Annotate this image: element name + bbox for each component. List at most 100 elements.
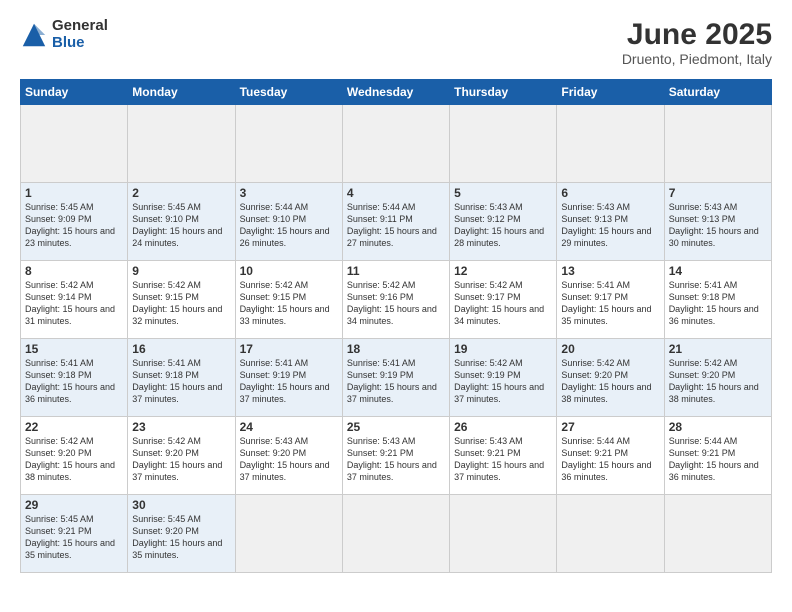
day-info: Sunrise: 5:43 AMSunset: 9:21 PMDaylight:… [454, 435, 552, 484]
table-row: 13Sunrise: 5:41 AMSunset: 9:17 PMDayligh… [557, 261, 664, 339]
day-number: 26 [454, 420, 552, 434]
day-info: Sunrise: 5:42 AMSunset: 9:20 PMDaylight:… [561, 357, 659, 406]
table-row: 23Sunrise: 5:42 AMSunset: 9:20 PMDayligh… [128, 417, 235, 495]
calendar-week-row: 15 Sunrise: 5:41 AMSunset: 9:18 PMDayligh… [21, 339, 772, 417]
location: Druento, Piedmont, Italy [622, 51, 772, 67]
day-info: Sunrise: 5:41 AMSunset: 9:19 PMDaylight:… [240, 357, 338, 406]
table-row: 1Sunrise: 5:45 AMSunset: 9:09 PMDaylight… [21, 183, 128, 261]
table-row [235, 495, 342, 573]
day-info: Sunrise: 5:41 AMSunset: 9:18 PMDaylight:… [669, 279, 767, 328]
logo-general-label: General [52, 18, 108, 35]
table-row: 21Sunrise: 5:42 AMSunset: 9:20 PMDayligh… [664, 339, 771, 417]
table-row: 6Sunrise: 5:43 AMSunset: 9:13 PMDaylight… [557, 183, 664, 261]
day-info: Sunrise: 5:45 AMSunset: 9:10 PMDaylight:… [132, 201, 230, 250]
day-number: 10 [240, 264, 338, 278]
table-row: 30Sunrise: 5:45 AMSunset: 9:20 PMDayligh… [128, 495, 235, 573]
day-number: 6 [561, 186, 659, 200]
table-row: 22Sunrise: 5:42 AMSunset: 9:20 PMDayligh… [21, 417, 128, 495]
day-info: Sunrise: 5:42 AMSunset: 9:14 PMDaylight:… [25, 279, 123, 328]
header-friday: Friday [557, 80, 664, 105]
day-info: Sunrise: 5:42 AMSunset: 9:15 PMDaylight:… [240, 279, 338, 328]
calendar-table: Sunday Monday Tuesday Wednesday Thursday… [20, 79, 772, 573]
table-row: 15Sunrise: 5:41 AMSunset: 9:18 PMDayligh… [21, 339, 128, 417]
table-row [342, 495, 449, 573]
day-info: Sunrise: 5:45 AMSunset: 9:21 PMDaylight:… [25, 513, 123, 562]
day-info: Sunrise: 5:44 AMSunset: 9:11 PMDaylight:… [347, 201, 445, 250]
day-info: Sunrise: 5:42 AMSunset: 9:17 PMDaylight:… [454, 279, 552, 328]
calendar-header-row: Sunday Monday Tuesday Wednesday Thursday… [21, 80, 772, 105]
table-row: 28Sunrise: 5:44 AMSunset: 9:21 PMDayligh… [664, 417, 771, 495]
calendar-week-row: 22Sunrise: 5:42 AMSunset: 9:20 PMDayligh… [21, 417, 772, 495]
day-number: 5 [454, 186, 552, 200]
day-info: Sunrise: 5:42 AMSunset: 9:19 PMDaylight:… [454, 357, 552, 406]
month-title: June 2025 [622, 18, 772, 51]
header-wednesday: Wednesday [342, 80, 449, 105]
table-row: 16Sunrise: 5:41 AMSunset: 9:18 PMDayligh… [128, 339, 235, 417]
table-row [664, 495, 771, 573]
day-info: Sunrise: 5:42 AMSunset: 9:20 PMDaylight:… [25, 435, 123, 484]
day-number: 7 [669, 186, 767, 200]
table-row [450, 105, 557, 183]
day-number: 17 [240, 342, 338, 356]
table-row: 8Sunrise: 5:42 AMSunset: 9:14 PMDaylight… [21, 261, 128, 339]
table-row [450, 495, 557, 573]
table-row: 11Sunrise: 5:42 AMSunset: 9:16 PMDayligh… [342, 261, 449, 339]
table-row: 29Sunrise: 5:45 AMSunset: 9:21 PMDayligh… [21, 495, 128, 573]
day-info: Sunrise: 5:44 AMSunset: 9:21 PMDaylight:… [561, 435, 659, 484]
day-number: 21 [669, 342, 767, 356]
day-number: 27 [561, 420, 659, 434]
day-info: Sunrise: 5:45 AMSunset: 9:20 PMDaylight:… [132, 513, 230, 562]
day-number: 2 [132, 186, 230, 200]
table-row [235, 105, 342, 183]
day-number: 4 [347, 186, 445, 200]
table-row: 24Sunrise: 5:43 AMSunset: 9:20 PMDayligh… [235, 417, 342, 495]
header-thursday: Thursday [450, 80, 557, 105]
logo-blue-label: Blue [52, 35, 108, 52]
day-number: 13 [561, 264, 659, 278]
table-row: 18Sunrise: 5:41 AMSunset: 9:19 PMDayligh… [342, 339, 449, 417]
day-info: Sunrise: 5:43 AMSunset: 9:13 PMDaylight:… [669, 201, 767, 250]
day-number: 8 [25, 264, 123, 278]
day-info: Sunrise: 5:42 AMSunset: 9:16 PMDaylight:… [347, 279, 445, 328]
day-number: 3 [240, 186, 338, 200]
day-info: Sunrise: 5:44 AMSunset: 9:10 PMDaylight:… [240, 201, 338, 250]
day-number: 12 [454, 264, 552, 278]
day-info: Sunrise: 5:41 AMSunset: 9:17 PMDaylight:… [561, 279, 659, 328]
calendar-week-row: 1Sunrise: 5:45 AMSunset: 9:09 PMDaylight… [21, 183, 772, 261]
table-row: 14Sunrise: 5:41 AMSunset: 9:18 PMDayligh… [664, 261, 771, 339]
table-row: 20Sunrise: 5:42 AMSunset: 9:20 PMDayligh… [557, 339, 664, 417]
table-row [128, 105, 235, 183]
day-info: Sunrise: 5:44 AMSunset: 9:21 PMDaylight:… [669, 435, 767, 484]
table-row: 12Sunrise: 5:42 AMSunset: 9:17 PMDayligh… [450, 261, 557, 339]
day-number: 19 [454, 342, 552, 356]
header-monday: Monday [128, 80, 235, 105]
day-number: 16 [132, 342, 230, 356]
day-info: Sunrise: 5:41 AMSunset: 9:19 PMDaylight:… [347, 357, 445, 406]
table-row: 17Sunrise: 5:41 AMSunset: 9:19 PMDayligh… [235, 339, 342, 417]
day-number: 9 [132, 264, 230, 278]
day-info: Sunrise: 5:43 AMSunset: 9:13 PMDaylight:… [561, 201, 659, 250]
day-number: 29 [25, 498, 123, 512]
header-sunday: Sunday [21, 80, 128, 105]
day-info: Sunrise: 5:43 AMSunset: 9:21 PMDaylight:… [347, 435, 445, 484]
table-row: 7Sunrise: 5:43 AMSunset: 9:13 PMDaylight… [664, 183, 771, 261]
day-number: 18 [347, 342, 445, 356]
table-row: 4Sunrise: 5:44 AMSunset: 9:11 PMDaylight… [342, 183, 449, 261]
table-row [557, 105, 664, 183]
day-info: Sunrise: 5:42 AMSunset: 9:15 PMDaylight:… [132, 279, 230, 328]
day-info: Sunrise: 5:41 AMSunset: 9:18 PMDaylight:… [132, 357, 230, 406]
table-row: 3Sunrise: 5:44 AMSunset: 9:10 PMDaylight… [235, 183, 342, 261]
day-number: 1 [25, 186, 123, 200]
table-row: 25Sunrise: 5:43 AMSunset: 9:21 PMDayligh… [342, 417, 449, 495]
table-row: 10Sunrise: 5:42 AMSunset: 9:15 PMDayligh… [235, 261, 342, 339]
table-row [342, 105, 449, 183]
day-number: 14 [669, 264, 767, 278]
day-info: Sunrise: 5:42 AMSunset: 9:20 PMDaylight:… [669, 357, 767, 406]
day-number: 23 [132, 420, 230, 434]
title-block: June 2025 Druento, Piedmont, Italy [622, 18, 772, 67]
table-row: 19Sunrise: 5:42 AMSunset: 9:19 PMDayligh… [450, 339, 557, 417]
table-row: 5Sunrise: 5:43 AMSunset: 9:12 PMDaylight… [450, 183, 557, 261]
day-number: 15 [25, 342, 123, 356]
calendar-week-row: 8Sunrise: 5:42 AMSunset: 9:14 PMDaylight… [21, 261, 772, 339]
day-info: Sunrise: 5:45 AMSunset: 9:09 PMDaylight:… [25, 201, 123, 250]
